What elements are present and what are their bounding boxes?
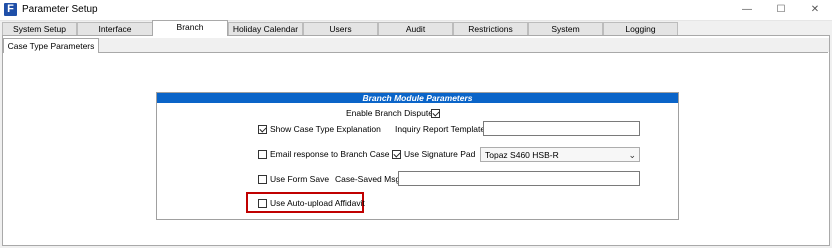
tab-logging[interactable]: Logging: [603, 22, 678, 35]
title-bar: F Parameter Setup — ☐ ✕: [0, 0, 832, 21]
minimize-button[interactable]: —: [730, 0, 764, 20]
case-saved-msg-input[interactable]: [398, 171, 640, 186]
subtab-case-type-parameters[interactable]: Case Type Parameters: [3, 38, 99, 53]
email-response-checkbox[interactable]: [258, 150, 267, 159]
inquiry-report-template-label: Inquiry Report Template: [395, 124, 486, 134]
tab-system-setup[interactable]: System Setup: [2, 22, 77, 35]
use-form-save-label: Use Form Save: [270, 174, 330, 184]
enable-branch-dispute-label: Enable Branch Dispute: [346, 108, 433, 118]
use-auto-upload-affidavit-label: Use Auto-upload Affidavit: [270, 198, 365, 208]
tab-users[interactable]: Users: [303, 22, 378, 35]
window-title: Parameter Setup: [22, 4, 98, 15]
close-button[interactable]: ✕: [798, 0, 832, 20]
tab-audit[interactable]: Audit: [378, 22, 453, 35]
show-case-type-explanation-checkbox[interactable]: [258, 125, 267, 134]
main-tab-strip: System Setup Interface Branch Holiday Ca…: [0, 20, 832, 36]
show-case-type-explanation-label: Show Case Type Explanation: [270, 124, 381, 134]
signature-pad-select-value: Topaz S460 HSB-R: [485, 150, 559, 160]
inquiry-report-template-input[interactable]: [483, 121, 640, 136]
tab-branch[interactable]: Branch: [152, 20, 228, 36]
maximize-button[interactable]: ☐: [764, 0, 798, 20]
tab-holiday-calendar[interactable]: Holiday Calendar: [228, 22, 303, 35]
enable-branch-dispute-checkbox[interactable]: [431, 109, 440, 118]
tab-interface[interactable]: Interface: [77, 22, 153, 35]
use-auto-upload-affidavit-checkbox[interactable]: [258, 199, 267, 208]
tab-system[interactable]: System: [528, 22, 603, 35]
group-title: Branch Module Parameters: [157, 93, 678, 103]
chevron-down-icon: ⌄: [628, 150, 636, 160]
email-response-label: Email response to Branch Case: [270, 149, 390, 159]
use-signature-pad-label: Use Signature Pad: [404, 149, 476, 159]
case-saved-msg-label: Case-Saved Msg: [335, 174, 401, 184]
app-icon: F: [4, 3, 17, 16]
signature-pad-select[interactable]: Topaz S460 HSB-R ⌄: [480, 147, 640, 162]
use-signature-pad-checkbox[interactable]: [392, 150, 401, 159]
subtab-divider: [2, 52, 828, 53]
tab-restrictions[interactable]: Restrictions: [453, 22, 528, 35]
use-form-save-checkbox[interactable]: [258, 175, 267, 184]
subtab-strip-background: [99, 38, 829, 52]
